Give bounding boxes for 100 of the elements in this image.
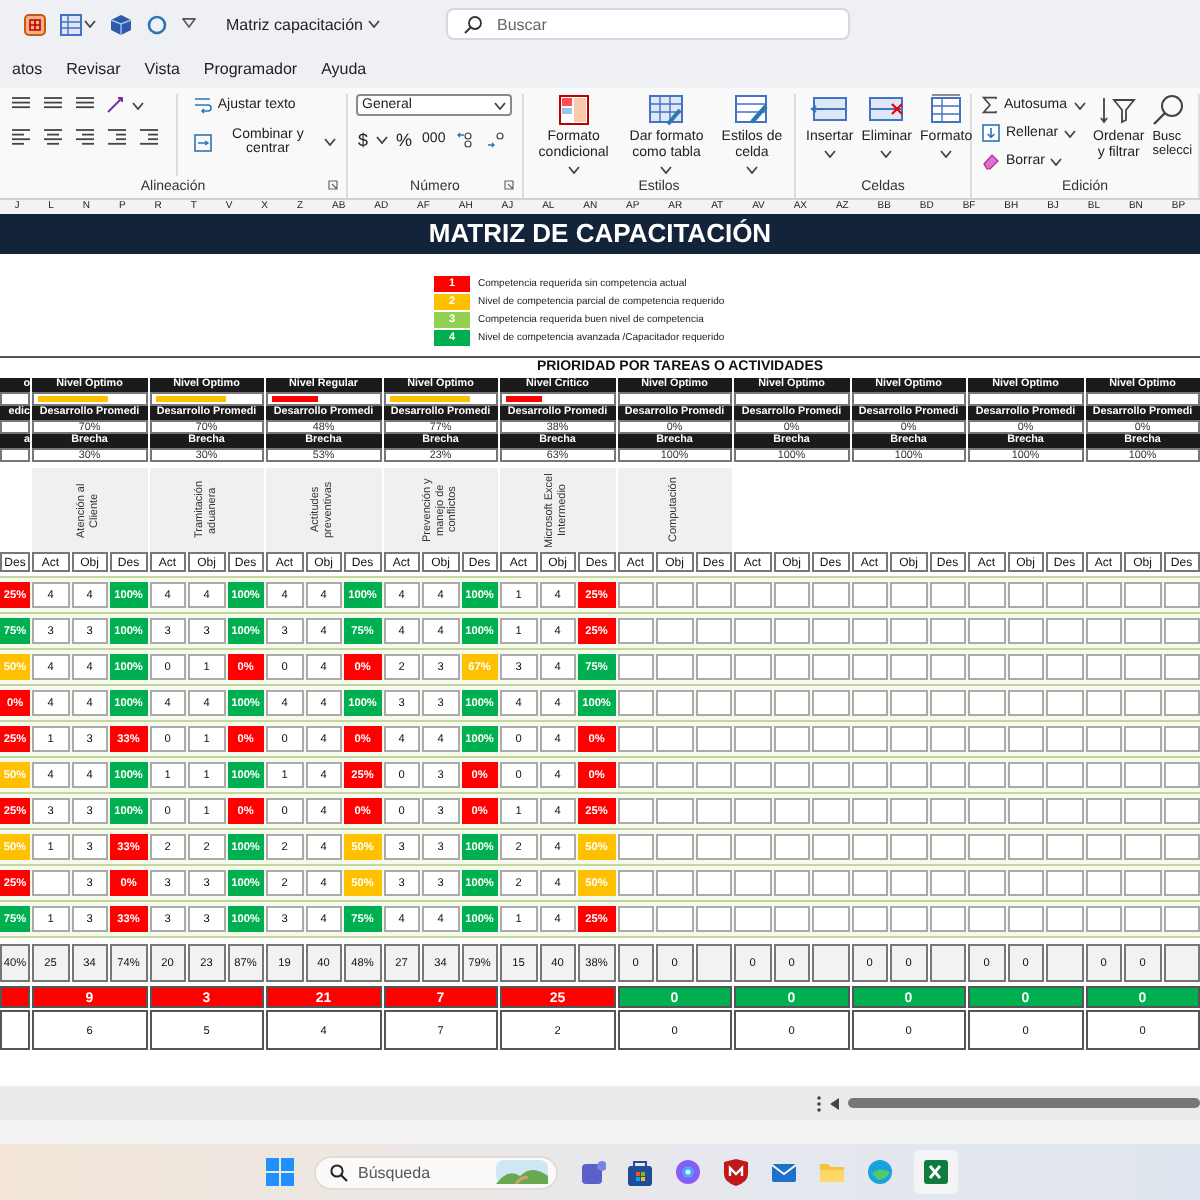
table-cell xyxy=(656,690,693,716)
merge-icon xyxy=(193,133,212,151)
dialog-launcher-icon[interactable] xyxy=(504,180,514,190)
table-cell xyxy=(890,762,927,788)
caret-icon xyxy=(132,101,144,109)
table-cell xyxy=(617,798,654,824)
table-cell xyxy=(890,870,927,896)
table-cell xyxy=(32,870,69,896)
total-cell xyxy=(812,944,849,982)
fill-down-icon xyxy=(982,124,1000,142)
table-cell xyxy=(695,654,732,680)
menu-tab[interactable]: Revisar xyxy=(54,53,133,83)
table-cell xyxy=(1046,870,1083,896)
scroll-left-icon[interactable] xyxy=(830,1097,840,1109)
table-cell xyxy=(929,582,966,608)
shield-icon[interactable] xyxy=(722,1158,750,1186)
table-cell xyxy=(656,798,693,824)
table-cell xyxy=(890,582,927,608)
caret-icon xyxy=(376,135,389,143)
spreadsheet-icon[interactable] xyxy=(914,1150,958,1194)
table-cell xyxy=(734,726,771,752)
table-cell xyxy=(968,834,1005,860)
menu-tab[interactable]: Programador xyxy=(191,53,310,83)
table-cell xyxy=(1124,834,1161,860)
table-cell xyxy=(656,762,693,788)
menu-tab[interactable]: Vista xyxy=(132,53,192,83)
table-cell xyxy=(656,870,693,896)
dialog-launcher-icon[interactable] xyxy=(328,180,338,190)
table-cell xyxy=(1163,582,1200,608)
caret-icon xyxy=(745,166,758,175)
menu-tab[interactable]: atos xyxy=(0,53,55,83)
table-cell xyxy=(1007,834,1044,860)
table-cell xyxy=(929,690,966,716)
search-field[interactable]: Buscar xyxy=(446,8,851,40)
table-cell xyxy=(656,834,693,860)
shopping-bag-icon[interactable] xyxy=(626,1158,654,1186)
table-cell xyxy=(1046,798,1083,824)
table-icon[interactable] xyxy=(60,13,82,35)
caret-icon xyxy=(494,101,506,109)
table-cell xyxy=(851,798,888,824)
table-cell xyxy=(734,798,771,824)
table-cell xyxy=(1163,798,1200,824)
table-cell xyxy=(1124,726,1161,752)
wrap-text-icon xyxy=(193,96,212,114)
caret-icon xyxy=(1064,129,1077,137)
table-cell xyxy=(812,798,849,824)
count-cell xyxy=(0,1010,30,1050)
table-cell xyxy=(812,618,849,644)
mail-icon[interactable] xyxy=(770,1158,798,1186)
table-cell xyxy=(968,798,1005,824)
table-cell xyxy=(773,582,810,608)
currency-button[interactable]: $ xyxy=(356,129,371,149)
cell-styles-icon xyxy=(731,94,772,126)
orientation-icon[interactable] xyxy=(106,96,126,114)
table-cell xyxy=(773,690,810,716)
table-cell xyxy=(734,762,771,788)
scrollbar-thumb[interactable] xyxy=(848,1098,1200,1108)
table-cell xyxy=(968,654,1005,680)
table-cell xyxy=(617,582,654,608)
table-cell xyxy=(1085,798,1122,824)
more-options-icon[interactable] xyxy=(816,1095,822,1111)
table-cell xyxy=(1046,726,1083,752)
grid-icon[interactable] xyxy=(24,13,46,35)
table-cell xyxy=(851,906,888,932)
table-cell xyxy=(617,834,654,860)
table-cell xyxy=(773,726,810,752)
table-cell xyxy=(695,726,732,752)
table-cell xyxy=(1124,654,1161,680)
table-cell xyxy=(695,798,732,824)
table-cell xyxy=(968,726,1005,752)
table-cell xyxy=(773,798,810,824)
format-cells-icon xyxy=(926,94,967,126)
orientation-button[interactable] xyxy=(104,94,146,116)
table-cell xyxy=(773,654,810,680)
sum-icon xyxy=(982,96,998,114)
caret-icon xyxy=(823,150,836,159)
table-cell xyxy=(1163,762,1200,788)
caret-icon[interactable] xyxy=(182,18,196,30)
table-cell xyxy=(773,762,810,788)
table-cell xyxy=(929,870,966,896)
menu-tab[interactable]: Ayuda xyxy=(309,53,379,83)
table-cell xyxy=(890,654,927,680)
table-cell xyxy=(1085,906,1122,932)
table-cell xyxy=(656,906,693,932)
search-icon xyxy=(330,1163,348,1181)
table-cell xyxy=(695,690,732,716)
table-cell xyxy=(617,762,654,788)
cube-icon[interactable] xyxy=(110,13,132,35)
table-cell xyxy=(617,654,654,680)
document-title[interactable]: Matriz capacitación xyxy=(226,15,381,33)
caret-icon xyxy=(940,150,953,159)
percent-button[interactable]: % xyxy=(394,129,415,149)
table-cell xyxy=(890,690,927,716)
eraser-icon xyxy=(982,152,1000,170)
table-cell xyxy=(1046,834,1083,860)
table-cell xyxy=(1007,690,1044,716)
table-cell xyxy=(0,420,30,434)
table-cell xyxy=(1085,726,1122,752)
squares-icon[interactable] xyxy=(266,1158,294,1186)
landscape-icon xyxy=(496,1160,548,1184)
